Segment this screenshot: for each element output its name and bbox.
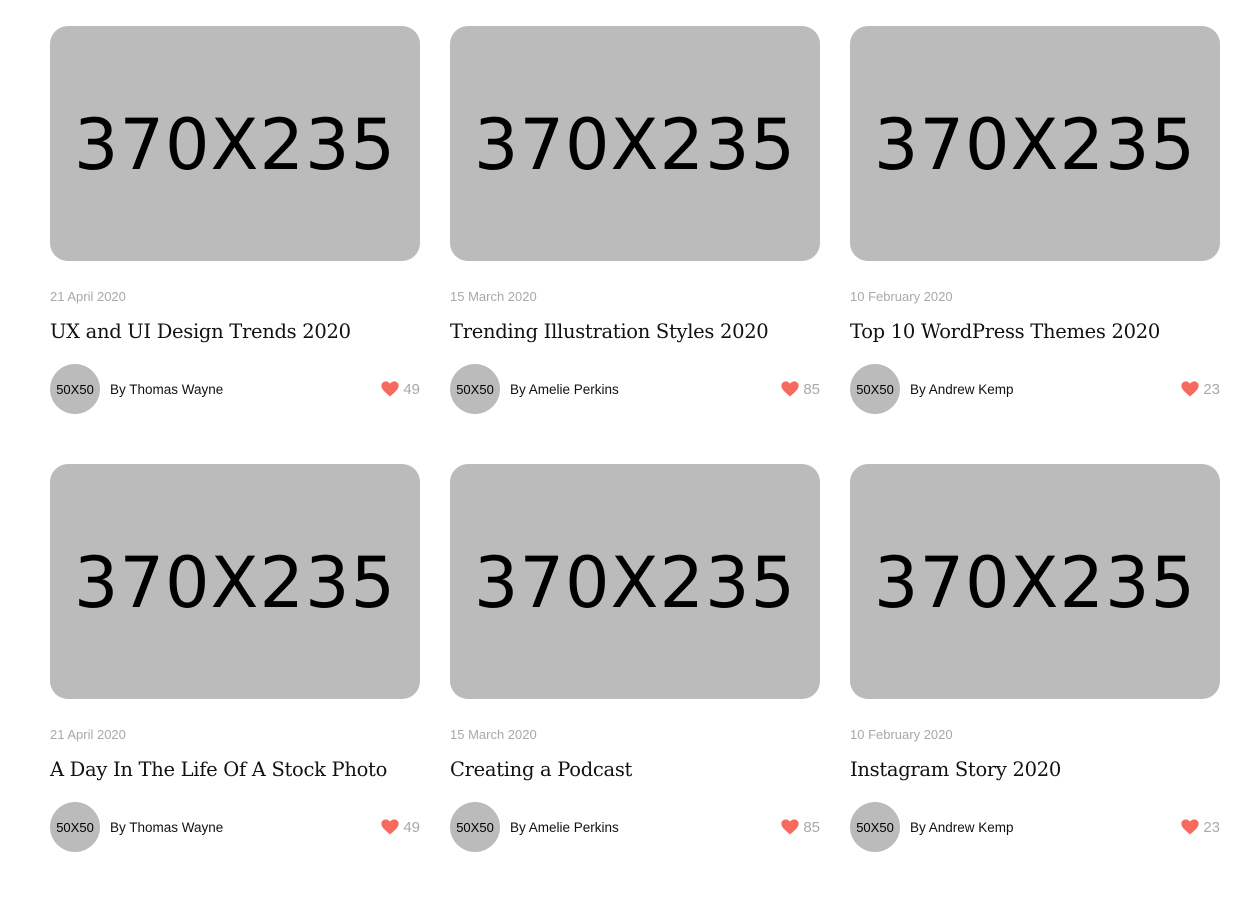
post-title[interactable]: Top 10 WordPress Themes 2020 [850, 320, 1160, 343]
heart-icon [1181, 381, 1199, 397]
author-avatar[interactable]: 50X50 [450, 802, 500, 852]
heart-icon [781, 381, 799, 397]
post-meta: 50X50 By Andrew Kemp 23 [850, 802, 1220, 852]
like-count: 85 [803, 818, 820, 836]
post-title[interactable]: Trending Illustration Styles 2020 [450, 320, 769, 343]
heart-icon [381, 381, 399, 397]
heart-icon [1181, 819, 1199, 835]
post-title[interactable]: A Day In The Life Of A Stock Photo [50, 758, 387, 781]
image-size-label: 370X235 [873, 103, 1197, 186]
blog-post-grid: 370X235 21 April 2020 UX and UI Design T… [50, 26, 1220, 902]
like-button[interactable]: 85 [781, 819, 820, 836]
blog-post-card: 370X235 15 March 2020 Creating a Podcast… [450, 464, 820, 902]
image-size-label: 370X235 [473, 103, 797, 186]
like-button[interactable]: 23 [1181, 381, 1220, 398]
post-meta: 50X50 By Amelie Perkins 85 [450, 802, 820, 852]
author-name[interactable]: By Thomas Wayne [110, 820, 223, 835]
like-button[interactable]: 85 [781, 381, 820, 398]
author-avatar[interactable]: 50X50 [50, 364, 100, 414]
like-count: 85 [803, 380, 820, 398]
blog-post-card: 370X235 15 March 2020 Trending Illustrat… [450, 26, 820, 464]
post-image-placeholder[interactable]: 370X235 [50, 464, 420, 699]
post-date: 10 February 2020 [850, 727, 953, 742]
post-date: 15 March 2020 [450, 727, 537, 742]
post-date: 15 March 2020 [450, 289, 537, 304]
like-count: 49 [403, 380, 420, 398]
like-count: 23 [1203, 818, 1220, 836]
post-meta: 50X50 By Andrew Kemp 23 [850, 364, 1220, 414]
image-size-label: 370X235 [473, 541, 797, 624]
author-avatar[interactable]: 50X50 [850, 802, 900, 852]
post-date: 21 April 2020 [50, 727, 126, 742]
heart-icon [381, 819, 399, 835]
like-button[interactable]: 49 [381, 819, 420, 836]
post-meta: 50X50 By Thomas Wayne 49 [50, 802, 420, 852]
blog-post-card: 370X235 10 February 2020 Top 10 WordPres… [850, 26, 1220, 464]
like-button[interactable]: 23 [1181, 819, 1220, 836]
author-avatar[interactable]: 50X50 [50, 802, 100, 852]
post-title[interactable]: Creating a Podcast [450, 758, 632, 781]
post-image-placeholder[interactable]: 370X235 [50, 26, 420, 261]
author-avatar[interactable]: 50X50 [450, 364, 500, 414]
post-meta: 50X50 By Thomas Wayne 49 [50, 364, 420, 414]
like-button[interactable]: 49 [381, 381, 420, 398]
blog-post-card: 370X235 21 April 2020 UX and UI Design T… [50, 26, 420, 464]
post-date: 21 April 2020 [50, 289, 126, 304]
post-date: 10 February 2020 [850, 289, 953, 304]
author-name[interactable]: By Thomas Wayne [110, 382, 223, 397]
image-size-label: 370X235 [73, 103, 397, 186]
image-size-label: 370X235 [73, 541, 397, 624]
author-name[interactable]: By Amelie Perkins [510, 382, 619, 397]
post-image-placeholder[interactable]: 370X235 [850, 26, 1220, 261]
image-size-label: 370X235 [873, 541, 1197, 624]
post-image-placeholder[interactable]: 370X235 [450, 26, 820, 261]
post-image-placeholder[interactable]: 370X235 [850, 464, 1220, 699]
like-count: 49 [403, 818, 420, 836]
author-name[interactable]: By Amelie Perkins [510, 820, 619, 835]
heart-icon [781, 819, 799, 835]
author-avatar[interactable]: 50X50 [850, 364, 900, 414]
post-image-placeholder[interactable]: 370X235 [450, 464, 820, 699]
post-meta: 50X50 By Amelie Perkins 85 [450, 364, 820, 414]
author-name[interactable]: By Andrew Kemp [910, 382, 1014, 397]
post-title[interactable]: Instagram Story 2020 [850, 758, 1061, 781]
like-count: 23 [1203, 380, 1220, 398]
post-title[interactable]: UX and UI Design Trends 2020 [50, 320, 351, 343]
author-name[interactable]: By Andrew Kemp [910, 820, 1014, 835]
blog-post-card: 370X235 10 February 2020 Instagram Story… [850, 464, 1220, 902]
blog-post-card: 370X235 21 April 2020 A Day In The Life … [50, 464, 420, 902]
